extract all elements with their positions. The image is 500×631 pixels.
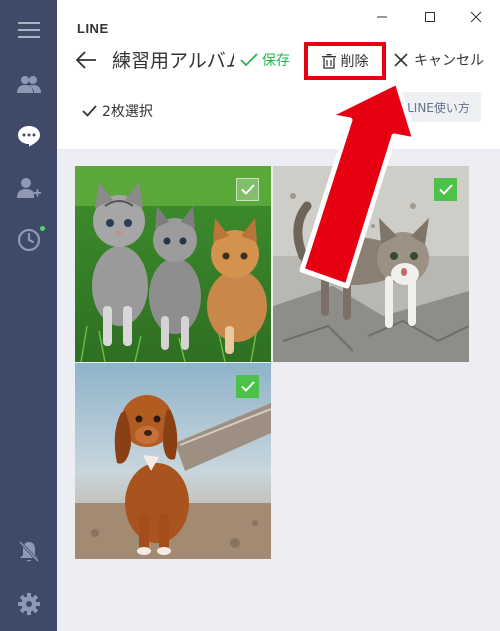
maximize-icon bbox=[425, 12, 435, 22]
timeline-clock-icon bbox=[17, 228, 40, 252]
minimize-icon bbox=[377, 16, 387, 18]
back-arrow-icon bbox=[75, 51, 96, 69]
menu-icon bbox=[17, 22, 40, 38]
photo-checkbox[interactable] bbox=[434, 178, 457, 201]
photo-checkbox[interactable] bbox=[236, 178, 259, 201]
gear-icon bbox=[17, 593, 40, 615]
photo-grid bbox=[57, 149, 500, 631]
album-panel: LINE 練習用アルバム 保存 削除 キャンセル 2枚選択 LINE使い方 bbox=[57, 0, 500, 631]
sidebar-item-friends[interactable] bbox=[0, 62, 57, 106]
photo-item-puppy[interactable] bbox=[75, 363, 271, 559]
close-icon bbox=[394, 53, 408, 67]
checkmark-icon bbox=[82, 105, 97, 117]
checkmark-icon bbox=[240, 53, 258, 67]
add-friend-icon bbox=[16, 178, 41, 198]
save-label: 保存 bbox=[262, 53, 290, 69]
timeline-new-indicator bbox=[40, 226, 45, 231]
checkmark-icon bbox=[438, 184, 453, 195]
window-maximize-button[interactable] bbox=[415, 4, 445, 30]
notification-toggle-button[interactable] bbox=[0, 530, 57, 574]
window-close-button[interactable] bbox=[461, 4, 491, 30]
chat-bubble-icon bbox=[17, 126, 40, 147]
selection-count-label: 2枚選択 bbox=[102, 104, 153, 120]
sidebar-item-timeline[interactable] bbox=[0, 218, 57, 262]
cancel-button[interactable]: キャンセル bbox=[394, 50, 484, 70]
close-icon bbox=[470, 11, 482, 23]
settings-button[interactable] bbox=[0, 582, 57, 626]
trash-icon bbox=[321, 53, 336, 69]
sidebar bbox=[0, 0, 57, 631]
app-title: LINE bbox=[77, 21, 109, 36]
back-button[interactable] bbox=[75, 50, 97, 74]
notification-off-icon bbox=[18, 540, 39, 563]
selection-count: 2枚選択 bbox=[82, 101, 153, 121]
cancel-label: キャンセル bbox=[414, 53, 484, 69]
save-button[interactable]: 保存 bbox=[240, 50, 290, 70]
checkmark-icon bbox=[240, 184, 255, 195]
friends-icon bbox=[16, 76, 41, 93]
sidebar-item-chats[interactable] bbox=[0, 114, 57, 158]
delete-label: 削除 bbox=[340, 54, 369, 70]
menu-button[interactable] bbox=[0, 8, 57, 52]
window-minimize-button[interactable] bbox=[367, 4, 397, 30]
checkmark-icon bbox=[240, 381, 255, 392]
photo-item-kittens[interactable] bbox=[75, 166, 271, 362]
photo-checkbox[interactable] bbox=[236, 375, 259, 398]
annotation-arrow bbox=[299, 79, 418, 289]
album-title: 練習用アルバム bbox=[112, 50, 234, 72]
sidebar-item-add-friend[interactable] bbox=[0, 166, 57, 210]
